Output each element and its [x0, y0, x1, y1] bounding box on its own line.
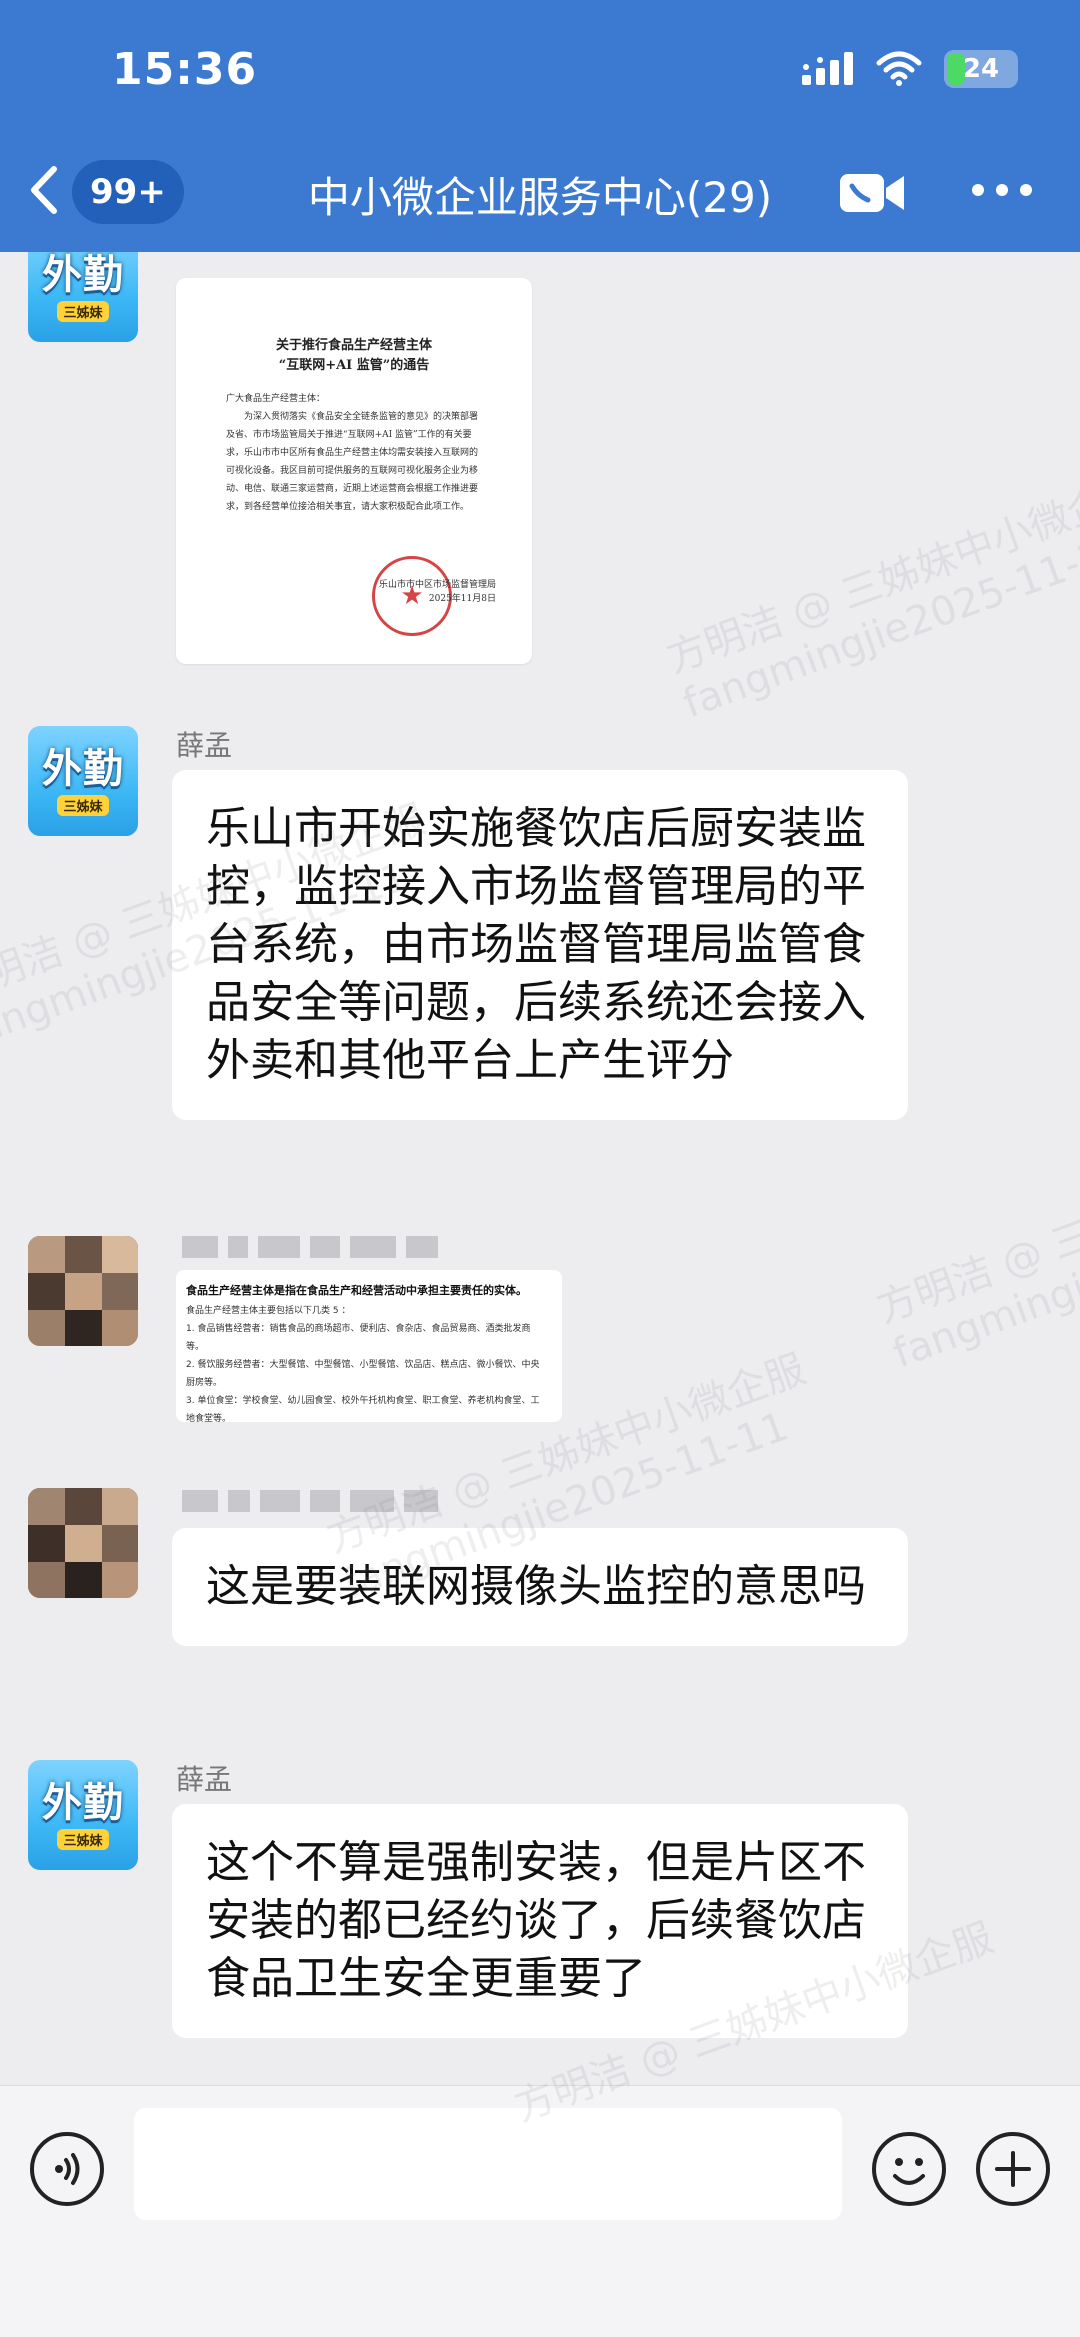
- chat-title[interactable]: 中小微企业服务中心(29): [250, 164, 830, 225]
- input-bar: [0, 2085, 1080, 2337]
- avatar-logo-subtext: 三姊妹: [57, 300, 109, 322]
- card-heading: 食品生产经营主体是指在食品生产和经营活动中承担主要责任的实体。: [186, 1284, 527, 1297]
- sender-name-blurred: [182, 1490, 438, 1512]
- doc-title-line1: 关于推行食品生产经营主体: [275, 338, 432, 353]
- avatar-logo-text: 外勤: [42, 1779, 124, 1826]
- doc-title: 关于推行食品生产经营主体 “互联网+AI 监管”的通告: [176, 336, 532, 376]
- voice-icon[interactable]: [30, 2132, 104, 2206]
- avatar[interactable]: [28, 1488, 138, 1598]
- watermark: 方明洁 @ 三姊妹中小微企服 fangmingjie2025-11-11: [867, 1107, 1080, 1378]
- battery-level: 24: [962, 54, 1000, 84]
- card-item: 3. 单位食堂：学校食堂、幼儿园食堂、校外午托机构食堂、职工食堂、养老机构食堂、…: [186, 1396, 540, 1422]
- unread-badge[interactable]: 99+: [72, 160, 184, 224]
- watermark-line: 方明洁 @ 三姊妹中小微企服: [660, 466, 1080, 683]
- watermark-line: 方明洁 @ 三姊妹中小微企服: [870, 1116, 1080, 1333]
- avatar-logo-subtext: 三姊妹: [57, 1828, 109, 1850]
- doc-paragraph: 为深入贯彻落实《食品安全全链条监管的意见》的决策部署及省、市市场监管局关于推进“…: [226, 412, 479, 512]
- avatar-logo-text: 外勤: [42, 745, 124, 792]
- doc-sign-date: 2025年11月8日: [428, 594, 496, 604]
- doc-body: 广大食品生产经营主体： 为深入贯彻落实《食品安全全链条监管的意见》的决策部署及省…: [226, 390, 484, 516]
- sender-name: 薛孟: [176, 1763, 233, 1796]
- wifi-icon: [876, 51, 922, 86]
- message-bubble[interactable]: 这个不算是强制安装，但是片区不安装的都已经约谈了，后续餐饮店食品卫生安全更重要了: [172, 1804, 908, 2038]
- doc-sign-org: 乐山市市中区市场监督管理局: [378, 580, 496, 590]
- pasted-text-image[interactable]: 食品生产经营主体是指在食品生产和经营活动中承担主要责任的实体。 食品生产经营主体…: [176, 1270, 562, 1422]
- card-body: 食品生产经营主体主要包括以下几类 5 ： 1. 食品销售经营者：销售食品的商场超…: [186, 1302, 548, 1422]
- avatar[interactable]: 外勤 三姊妹: [28, 726, 138, 836]
- card-intro: 食品生产经营主体主要包括以下几类 5 ：: [186, 1306, 351, 1316]
- plus-icon[interactable]: [976, 2132, 1050, 2206]
- watermark-line: fangmingjie2025-11-11: [677, 523, 1080, 728]
- avatar[interactable]: 外勤 三姊妹: [28, 1760, 138, 1870]
- card-item: 2. 餐饮服务经营者：大型餐馆、中型餐馆、小型餐馆、饮品店、糕点店、微小餐饮、中…: [186, 1360, 540, 1388]
- message-bubble[interactable]: 这是要装联网摄像头监控的意思吗: [172, 1528, 908, 1646]
- document-image[interactable]: 关于推行食品生产经营主体 “互联网+AI 监管”的通告 广大食品生产经营主体： …: [176, 278, 532, 664]
- battery-icon: 24: [944, 50, 1018, 88]
- watermark-line: fangmingjie2025-11-11: [887, 1173, 1080, 1378]
- avatar[interactable]: [28, 1236, 138, 1346]
- doc-title-line2: “互联网+AI 监管”的通告: [278, 358, 430, 373]
- doc-greeting: 广大食品生产经营主体：: [226, 394, 326, 404]
- back-icon[interactable]: [20, 162, 66, 218]
- video-call-icon[interactable]: [838, 166, 908, 220]
- watermark: 方明洁 @ 三姊妹中小微企服 fangmingjie2025-11-11: [657, 457, 1080, 728]
- avatar-logo-text: 外勤: [42, 251, 124, 298]
- more-icon[interactable]: [972, 184, 1032, 200]
- card-item: 1. 食品销售经营者：销售食品的商场超市、便利店、食杂店、食品贸易商、酒类批发商…: [186, 1324, 531, 1352]
- status-time: 15:36: [112, 44, 258, 95]
- avatar-logo-subtext: 三姊妹: [57, 794, 109, 816]
- chat-header: 15:36 24 99+ 中小微企业服务中心(29): [0, 0, 1080, 252]
- message-bubble[interactable]: 乐山市开始实施餐饮店后厨安装监控，监控接入市场监督管理局的平台系统，由市场监督管…: [172, 770, 908, 1120]
- sender-name: 薛孟: [176, 729, 233, 762]
- sender-name-blurred: [182, 1236, 438, 1258]
- doc-signature: 乐山市市中区市场监督管理局 2025年11月8日: [379, 578, 496, 606]
- status-icons: 24: [800, 50, 1018, 88]
- signal-icon: [802, 52, 853, 85]
- message-input[interactable]: [134, 2108, 842, 2220]
- emoji-icon[interactable]: [872, 2132, 946, 2206]
